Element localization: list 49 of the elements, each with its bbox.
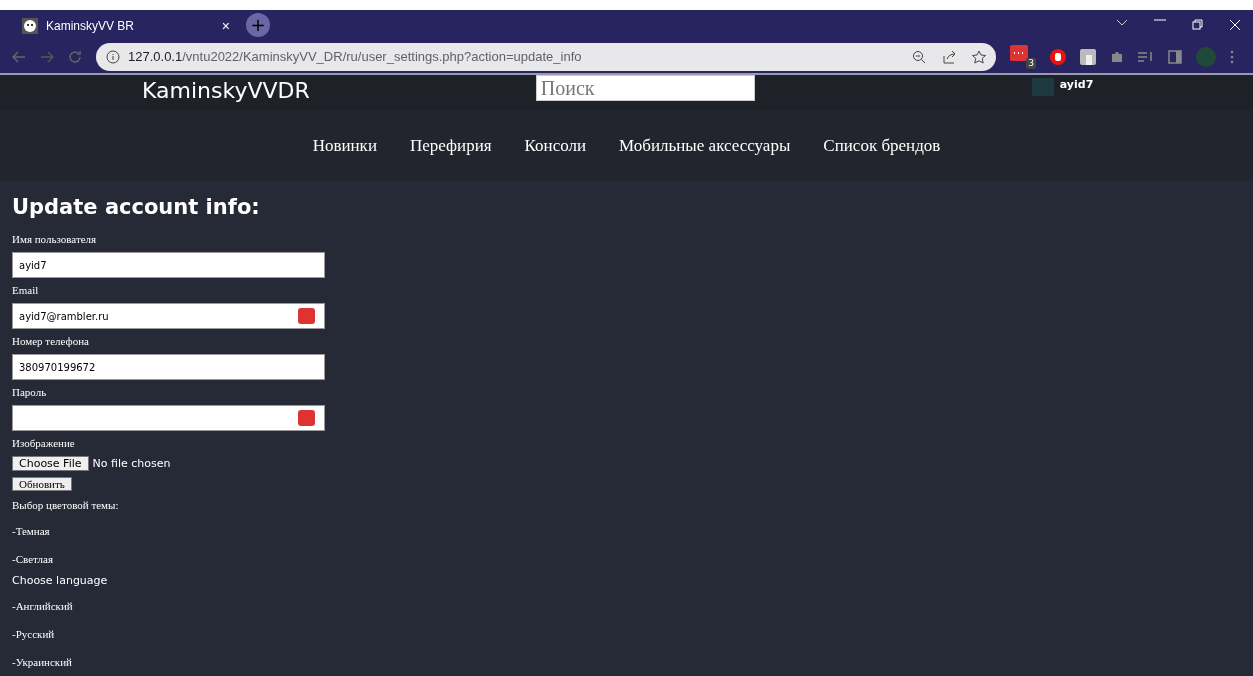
search-field[interactable]: Поиск [535,75,755,101]
field-label: Номер телефона [12,335,90,348]
language-option[interactable]: -Украинский [12,656,72,669]
field-label: Имя пользователя [12,233,98,246]
theme-option[interactable]: -Темная [12,525,50,538]
hand-stop-icon[interactable] [1050,48,1066,65]
extension-icon[interactable] [1080,48,1096,65]
menu-icon[interactable] [1230,49,1234,64]
url-text: 127.0.0.1/vntu2022/KaminskyVV_DR/ru/user_settings.php?action=update_info [128,49,582,64]
field-label: Email [12,284,40,297]
language-option[interactable]: -Английский [12,600,73,613]
side-panel-icon[interactable] [1168,49,1182,64]
language-label: Choose language [12,574,109,587]
username[interactable]: ayid7 [1059,78,1094,91]
close-tab-button[interactable]: × [217,18,234,34]
input-field[interactable] [12,405,325,431]
input-field[interactable]: 380970199672 [12,354,325,380]
nav-link-item[interactable]: Мобильные аксессуары [619,135,791,156]
language-option[interactable]: -Русский [12,628,55,641]
choose-file-button[interactable]: Choose File [12,456,89,471]
star-icon[interactable] [972,49,986,64]
field-label: Изображение [12,437,76,450]
mask-icon [22,18,38,34]
reload-icon[interactable] [68,49,82,64]
file-status: No file chosen [92,457,171,470]
submit-button[interactable]: Обновить [12,477,72,491]
tab-title: KaminskyVV BR [46,19,135,33]
theme-label: Выбор цветовой темы: [12,499,120,512]
address-bar[interactable]: 127.0.0.1/vntu2022/KaminskyVV_DR/ru/user_settings.php?action=update_info [96,42,996,71]
nav-link-item[interactable]: Список брендов [823,135,941,156]
close-icon[interactable] [1229,19,1241,31]
theme-option[interactable]: -Светлая [12,553,53,566]
nav-link-item[interactable]: Перефирия [410,135,492,156]
zoom-out-icon[interactable] [912,49,926,64]
page-heading: Update account info: [12,195,261,219]
info-icon [106,49,120,64]
back-icon[interactable] [12,50,26,63]
nav-link-item[interactable]: Новинки [312,135,377,156]
site-logo[interactable]: KaminskyVVDR [142,78,310,110]
share-icon[interactable] [942,49,956,64]
input-field[interactable]: ayid7@rambler.ru [12,303,325,329]
restore-icon[interactable] [1192,19,1203,30]
chevron-icon[interactable] [1116,19,1128,27]
input-field[interactable]: ayid7 [12,252,325,278]
new-tab-button[interactable]: + [246,13,270,37]
nav-link-item[interactable]: Консоли [524,135,587,156]
password-manager-extension[interactable]: 3 [1010,44,1036,69]
playlist-icon[interactable] [1138,50,1154,63]
field-label: Пароль [12,386,48,399]
